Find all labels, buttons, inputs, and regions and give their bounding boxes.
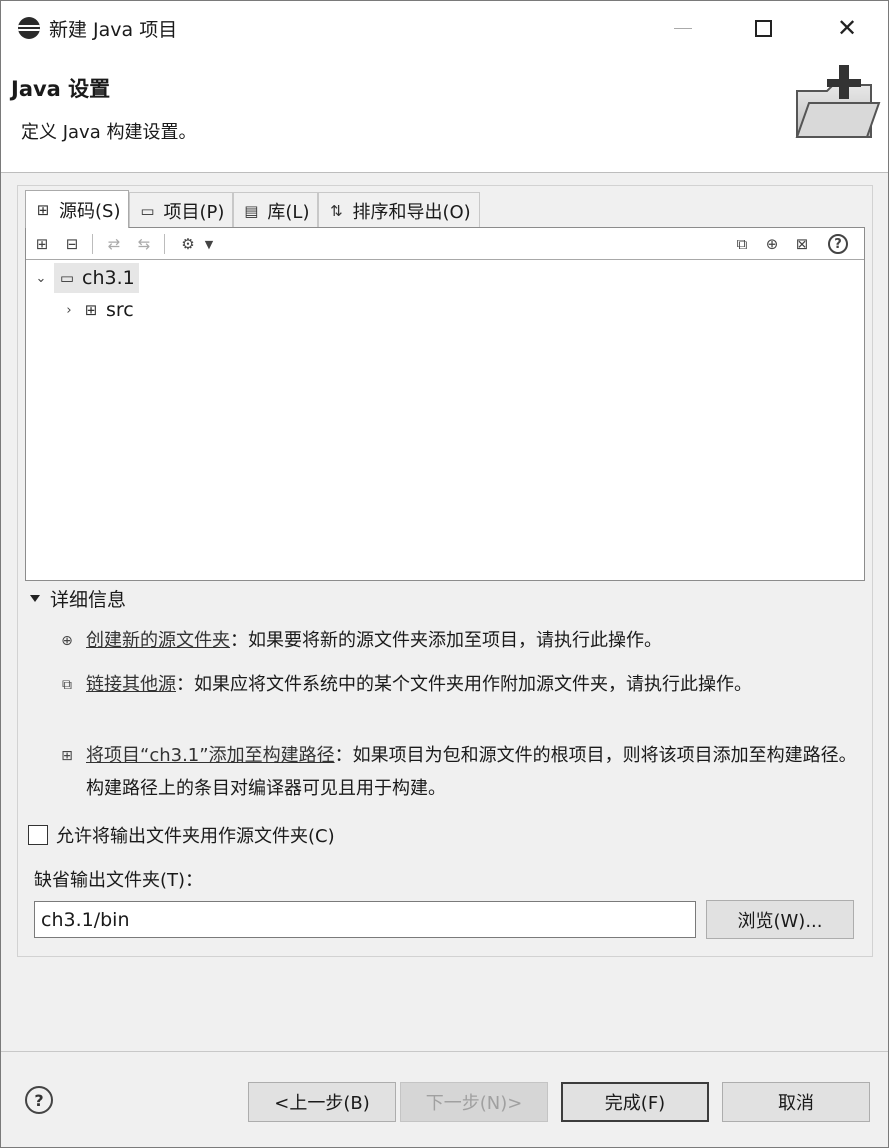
open-folder-icon — [795, 65, 881, 138]
source-folder-icon: ⊞ — [84, 301, 98, 319]
help-icon: ? — [34, 1090, 44, 1110]
page-title: Java 设置 — [11, 77, 111, 101]
link-source-button[interactable]: ⧉ — [730, 232, 754, 256]
help-icon: ? — [828, 234, 848, 254]
link-source-icon: ⧉ — [736, 235, 748, 253]
detail-text: ：如果应将文件系统中的某个文件夹用作附加源文件夹，请执行此操作。 — [176, 674, 752, 695]
new-source-folder-icon: ⊕ — [765, 235, 779, 253]
exclude-button[interactable]: ⇆ — [132, 232, 156, 256]
add-folder-button[interactable]: ⊞ — [30, 232, 54, 256]
detail-text: ：如果要将新的源文件夹添加至项目，请执行此操作。 — [230, 630, 662, 651]
tree-item-src[interactable]: › ⊞ src — [62, 295, 134, 325]
tab-libraries[interactable]: ▤ 库(L) — [233, 192, 319, 228]
tab-label: 库(L) — [267, 201, 310, 223]
close-button[interactable]: ✕ — [827, 9, 867, 47]
maximize-button[interactable] — [743, 9, 783, 47]
configure-icon: ⚙ — [181, 235, 195, 253]
tree-item-project[interactable]: ⌄ ▭ ch3.1 — [34, 263, 139, 293]
tree-item-label: src — [106, 299, 134, 321]
add-project-link[interactable]: 将项目“ch3.1”添加至构建路径 — [86, 745, 335, 766]
cancel-button[interactable]: 取消 — [722, 1082, 870, 1122]
toolbar-separator — [92, 234, 93, 254]
tab-label: 源码(S) — [59, 200, 121, 222]
link-source-icon: ⧉ — [62, 676, 72, 693]
remove-icon: ⊠ — [795, 235, 809, 253]
detail-item-link-source: ⧉ 链接其他源：如果应将文件系统中的某个文件夹用作附加源文件夹，请执行此操作。 — [58, 668, 863, 701]
back-button[interactable]: <上一步(B) — [248, 1082, 396, 1122]
chevron-expanded-icon: ⌄ — [35, 270, 47, 286]
chevron-right-icon: › — [66, 302, 72, 318]
allow-output-label: 允许将输出文件夹用作源文件夹(C) — [56, 826, 335, 847]
source-tree: ⌄ ▭ ch3.1 › ⊞ src — [26, 261, 864, 579]
help-button-toolbar[interactable]: ? — [826, 232, 850, 256]
tab-label: 项目(P) — [163, 201, 225, 223]
new-source-folder-icon: ⊕ — [61, 632, 73, 649]
detail-item-create-folder: ⊕ 创建新的源文件夹：如果要将新的源文件夹添加至项目，请执行此操作。 — [58, 624, 863, 657]
browse-button[interactable]: 浏览(W)... — [706, 900, 854, 939]
minimize-icon — [674, 27, 692, 29]
maximize-icon — [754, 19, 772, 37]
eclipse-icon — [18, 17, 40, 39]
tab-projects[interactable]: ▭ 项目(P) — [129, 192, 234, 228]
new-source-folder-button[interactable]: ⊕ — [760, 232, 784, 256]
minimize-button[interactable] — [663, 9, 703, 47]
project-folder-icon: ▭ — [59, 269, 75, 287]
footer-divider — [1, 1051, 888, 1052]
finish-button[interactable]: 完成(F) — [561, 1082, 709, 1122]
link-source-link[interactable]: 链接其他源 — [86, 674, 176, 695]
source-folder-icon: ⊞ — [36, 200, 50, 219]
details-toggle[interactable]: 详细信息 — [30, 585, 126, 612]
tree-toolbar: ⊞ ⊟ ⇄ ⇆ ⚙ ▼ ⧉ ⊕ ⊠ ? — [26, 228, 864, 260]
add-source-folder-icon: ⊞ — [35, 235, 49, 253]
new-java-project-dialog: 新建 Java 项目 ✕ Java 设置 定义 Java 构建设置。 ⊞ 源码(… — [0, 0, 889, 1148]
selected-row: ▭ ch3.1 — [54, 263, 139, 293]
tab-source[interactable]: ⊞ 源码(S) — [25, 190, 130, 228]
include-icon: ⇄ — [107, 235, 121, 253]
exclude-icon: ⇆ — [137, 235, 151, 253]
default-output-input[interactable] — [34, 901, 696, 938]
configure-button[interactable]: ⚙ — [176, 232, 200, 256]
include-button[interactable]: ⇄ — [102, 232, 126, 256]
next-button[interactable]: 下一步(N)> — [400, 1082, 548, 1122]
title-bar: 新建 Java 项目 ✕ — [1, 1, 888, 55]
tab-order-export[interactable]: ⇅ 排序和导出(O) — [318, 192, 480, 228]
close-icon: ✕ — [836, 14, 858, 42]
default-output-label: 缺省输出文件夹(T)： — [34, 870, 204, 891]
library-icon: ▤ — [244, 201, 259, 220]
add-source-folder-icon: ⊞ — [61, 747, 73, 764]
tab-label: 排序和导出(O) — [352, 201, 471, 223]
chevron-down-icon: ▼ — [204, 237, 214, 251]
remove-entry-button[interactable]: ⊠ — [790, 232, 814, 256]
source-tab-panel: ⊞ ⊟ ⇄ ⇆ ⚙ ▼ ⧉ ⊕ ⊠ ? ⌄ ▭ ch3.1 › ⊞ src — [25, 227, 865, 581]
triangle-down-icon — [30, 595, 40, 602]
wizard-banner: Java 设置 定义 Java 构建设置。 — [1, 55, 888, 173]
order-export-icon: ⇅ — [330, 201, 343, 220]
details-label: 详细信息 — [50, 589, 127, 611]
remove-folder-button[interactable]: ⊟ — [60, 232, 84, 256]
page-description: 定义 Java 构建设置。 — [21, 122, 197, 143]
window-title: 新建 Java 项目 — [49, 19, 178, 41]
toolbar-separator — [164, 234, 165, 254]
tree-item-label: ch3.1 — [82, 267, 135, 289]
tab-bar: ⊞ 源码(S) ▭ 项目(P) ▤ 库(L) ⇅ 排序和导出(O) — [25, 190, 480, 228]
project-folder-icon: ▭ — [140, 201, 155, 220]
allow-output-row[interactable]: 允许将输出文件夹用作源文件夹(C) — [28, 822, 335, 848]
help-button[interactable]: ? — [25, 1086, 53, 1114]
create-folder-link[interactable]: 创建新的源文件夹 — [86, 630, 230, 651]
remove-source-folder-icon: ⊟ — [65, 235, 79, 253]
detail-item-add-project: ⊞ 将项目“ch3.1”添加至构建路径：如果项目为包和源文件的根项目，则将该项目… — [58, 739, 863, 805]
java-settings-panel: ⊞ 源码(S) ▭ 项目(P) ▤ 库(L) ⇅ 排序和导出(O) ⊞ ⊟ ⇄ — [17, 185, 873, 957]
configure-dropdown[interactable]: ▼ — [200, 232, 218, 256]
allow-output-checkbox[interactable] — [28, 825, 48, 845]
